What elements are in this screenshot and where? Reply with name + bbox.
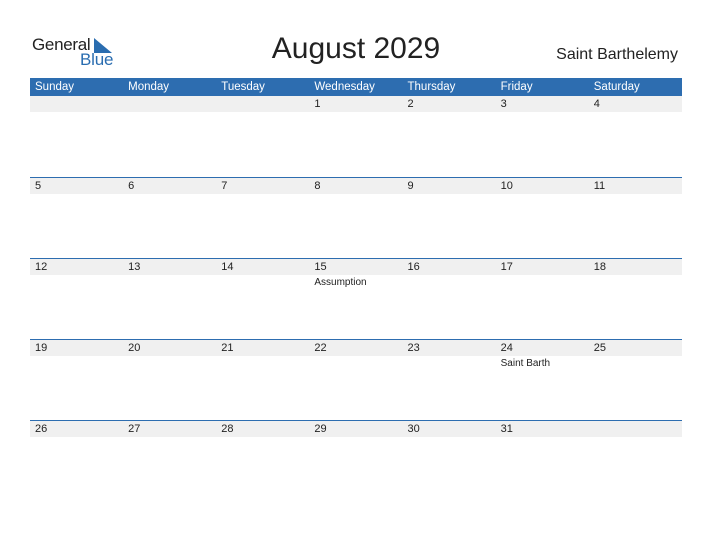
day-number: 16 [402, 259, 496, 275]
day-cell [30, 96, 124, 176]
day-cell: 26 [30, 421, 124, 501]
day-number: 29 [309, 421, 403, 437]
day-cell: 21 [216, 340, 310, 420]
day-cell: 24 Saint Barth [495, 340, 589, 420]
weekday-wednesday: Wednesday [314, 81, 375, 93]
day-number: 23 [402, 340, 496, 356]
day-number: 7 [216, 178, 310, 194]
day-number: 30 [402, 421, 496, 437]
day-number: 24 [495, 340, 589, 356]
week-row: 26 27 28 29 30 31 [30, 420, 682, 501]
day-cell: 22 [309, 340, 403, 420]
day-cell: 7 [216, 178, 310, 258]
day-cell: 17 [495, 259, 589, 339]
day-cell: 11 [588, 178, 682, 258]
day-number: 22 [309, 340, 403, 356]
day-cell: 5 [30, 178, 124, 258]
day-number: 18 [588, 259, 682, 275]
day-number: 15 [309, 259, 403, 275]
calendar-grid: Sunday Monday Tuesday Wednesday Thursday… [30, 78, 682, 501]
day-cell: 30 [402, 421, 496, 501]
day-number: 10 [495, 178, 589, 194]
day-number [588, 421, 682, 437]
day-cell: 16 [402, 259, 496, 339]
weekday-sunday: Sunday [35, 81, 75, 93]
day-cell [216, 96, 310, 176]
day-cell: 13 [123, 259, 217, 339]
day-number: 27 [123, 421, 217, 437]
day-number: 4 [588, 96, 682, 112]
day-number: 19 [30, 340, 124, 356]
day-number: 3 [495, 96, 589, 112]
day-number: 6 [123, 178, 217, 194]
day-cell [123, 96, 217, 176]
day-number: 31 [495, 421, 589, 437]
day-number [123, 96, 217, 112]
day-cell: 6 [123, 178, 217, 258]
day-number [30, 96, 124, 112]
weekday-monday: Monday [128, 81, 170, 93]
day-number: 11 [588, 178, 682, 194]
day-cell: 3 [495, 96, 589, 176]
weekday-saturday: Saturday [593, 81, 640, 93]
day-cell [588, 421, 682, 501]
day-number: 20 [123, 340, 217, 356]
region-label: Saint Barthelemy [556, 46, 678, 63]
day-cell: 19 [30, 340, 124, 420]
day-cell: 31 [495, 421, 589, 501]
day-number: 13 [123, 259, 217, 275]
weekday-header: Sunday Monday Tuesday Wednesday Thursday… [30, 78, 682, 96]
day-cell: 10 [495, 178, 589, 258]
week-row: 1234 [30, 96, 682, 177]
day-cell: 2 [402, 96, 496, 176]
weekday-tuesday: Tuesday [221, 81, 265, 93]
day-number [216, 96, 310, 112]
day-cell: 25 [588, 340, 682, 420]
day-number: 28 [216, 421, 310, 437]
week-row: 19 20 21 22 23 24 Saint Barth 25 [30, 339, 682, 420]
day-cell: 23 [402, 340, 496, 420]
day-number: 9 [402, 178, 496, 194]
day-number: 1 [309, 96, 403, 112]
day-cell: 20 [123, 340, 217, 420]
day-cell: 14 [216, 259, 310, 339]
day-cell: 1 [309, 96, 403, 176]
day-cell: 12 [30, 259, 124, 339]
day-cell: 29 [309, 421, 403, 501]
day-number: 8 [309, 178, 403, 194]
day-cell: 28 [216, 421, 310, 501]
day-cell: 4 [588, 96, 682, 176]
day-cell: 18 [588, 259, 682, 339]
holiday-label: Assumption [314, 277, 367, 288]
day-number: 21 [216, 340, 310, 356]
week-row: 5 6 7 8 9 10 11 [30, 177, 682, 258]
day-number: 2 [402, 96, 496, 112]
holiday-label: Saint Barth [500, 358, 551, 369]
day-number: 26 [30, 421, 124, 437]
weekday-friday: Friday [500, 81, 533, 93]
day-cell: 9 [402, 178, 496, 258]
day-number: 5 [30, 178, 124, 194]
day-cell: 27 [123, 421, 217, 501]
day-cell: 8 [309, 178, 403, 258]
weekday-thursday: Thursday [407, 81, 456, 93]
day-number: 14 [216, 259, 310, 275]
day-cell: 15 Assumption [309, 259, 403, 339]
day-number: 12 [30, 259, 124, 275]
day-number: 17 [495, 259, 589, 275]
week-row: 12 13 14 15 Assumption 16 17 18 [30, 258, 682, 339]
day-number: 25 [588, 340, 682, 356]
